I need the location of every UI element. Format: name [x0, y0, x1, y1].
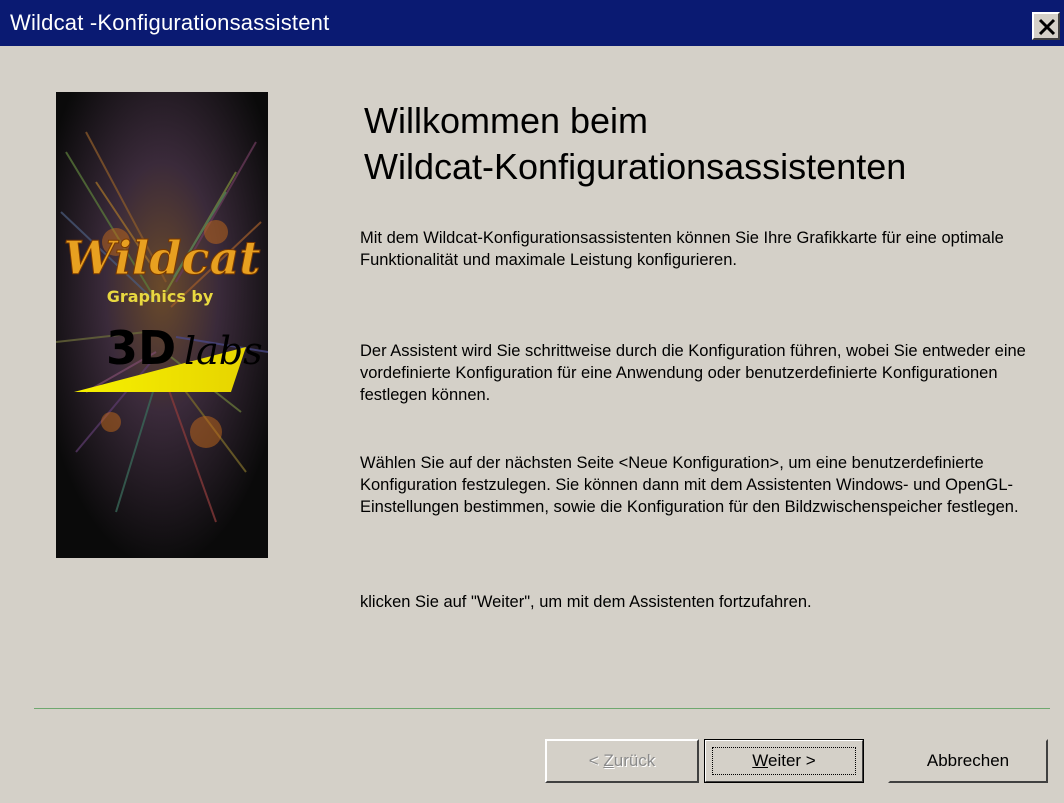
continue-paragraph: klicken Sie auf "Weiter", um mit dem Ass…	[360, 593, 812, 611]
back-button-label: urück	[613, 751, 656, 770]
banner-brand-text: Wildcat	[63, 231, 260, 285]
button-separator	[34, 708, 1050, 709]
new-config-paragraph: Wählen Sie auf der nächsten Seite <Neue …	[360, 454, 1019, 516]
banner-subtitle-text: Graphics by	[107, 287, 214, 306]
close-icon	[1038, 18, 1056, 36]
back-button-prefix: <	[588, 751, 604, 770]
back-button-mnemonic: Z	[603, 751, 614, 770]
intro-paragraph: Mit dem Wildcat-Konfigurationsassistente…	[360, 229, 1004, 269]
close-button[interactable]	[1032, 12, 1060, 40]
focus-rectangle	[712, 747, 856, 775]
cancel-button[interactable]: Abbrechen	[888, 739, 1048, 783]
banner-3d-text: 3D	[106, 321, 176, 375]
title-bar[interactable]: Wildcat -Konfigurationsassistent	[0, 0, 1064, 46]
wildcat-banner-image: Wildcat Graphics by 3D labs	[56, 92, 268, 558]
banner-labs-text: labs	[184, 329, 263, 373]
heading-line-2: Wildcat-Konfigurationsassistenten	[364, 146, 907, 187]
back-button[interactable]: < Zurück	[545, 739, 699, 783]
wildcat-3dlabs-logo: Wildcat Graphics by 3D labs	[56, 92, 268, 558]
page-heading: Willkommen beim Wildcat-Konfigurationsas…	[364, 98, 1044, 190]
wizard-window: Wildcat -Konfigurationsassistent Wildcat…	[0, 0, 1064, 803]
heading-line-1: Willkommen beim	[364, 100, 649, 141]
steps-paragraph: Der Assistent wird Sie schrittweise durc…	[360, 342, 1026, 404]
next-button[interactable]: Weiter >	[704, 739, 864, 783]
window-title: Wildcat -Konfigurationsassistent	[10, 10, 330, 35]
